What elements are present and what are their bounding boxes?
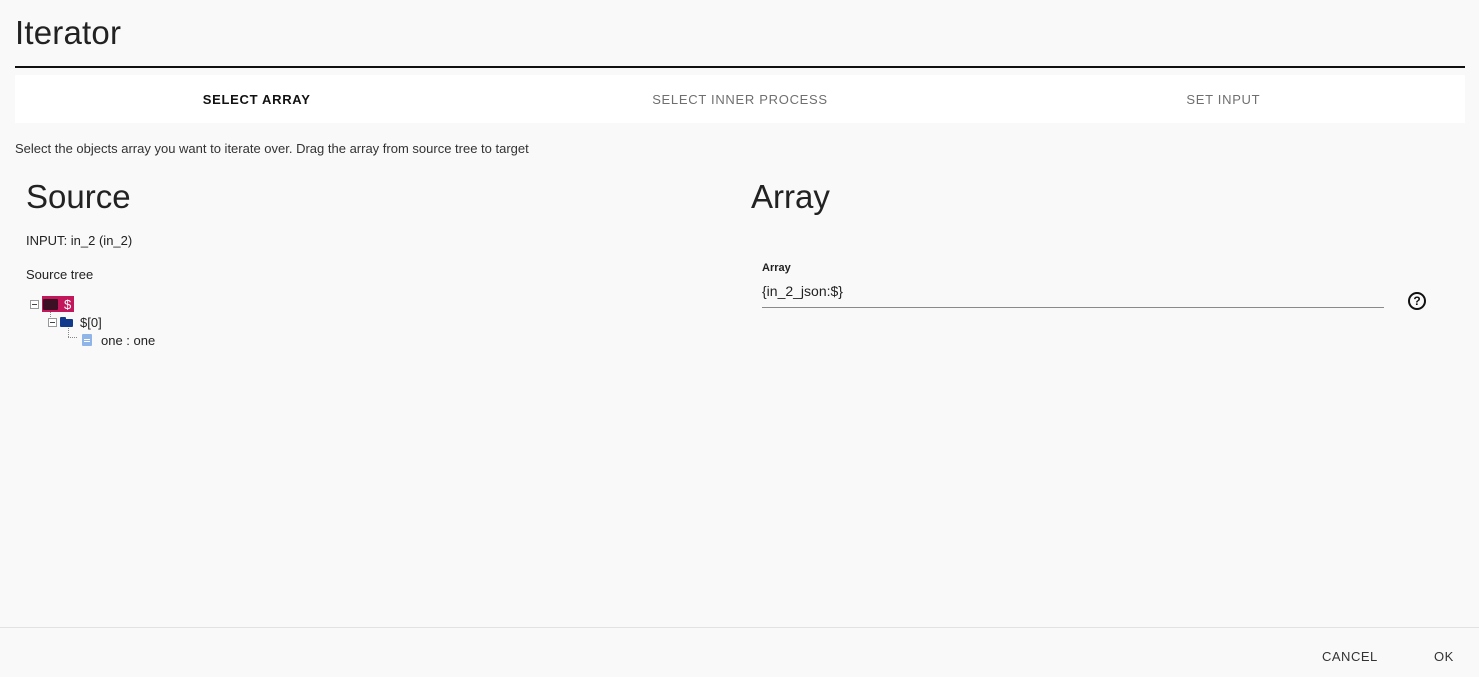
array-panel: Array Array {in_2_json:$} ? xyxy=(751,176,1451,310)
step-select-inner-process[interactable]: SELECT INNER PROCESS xyxy=(498,75,981,123)
collapse-toggle-icon[interactable] xyxy=(30,299,39,309)
title-divider xyxy=(15,66,1465,68)
source-heading: Source xyxy=(26,178,131,215)
iterator-dialog: Iterator SELECT ARRAY SELECT INNER PROCE… xyxy=(0,0,1479,677)
array-field: Array {in_2_json:$} xyxy=(762,262,1384,308)
source-tree-label: Source tree xyxy=(26,267,94,282)
step-set-input[interactable]: SET INPUT xyxy=(982,75,1465,123)
tree-leaf-label: one : one xyxy=(101,332,156,348)
tree-node-root: $ xyxy=(30,295,75,313)
array-field-label: Array xyxy=(762,262,791,274)
array-field-underline xyxy=(762,307,1384,308)
instructions-text: Select the objects array you want to ite… xyxy=(15,141,529,156)
tree-node-child[interactable]: $[0] xyxy=(48,313,102,331)
file-icon xyxy=(82,334,92,346)
cancel-button[interactable]: CANCEL xyxy=(1322,649,1378,664)
dialog-title: Iterator xyxy=(15,14,122,51)
folder-icon xyxy=(43,298,58,310)
array-field-input[interactable]: {in_2_json:$} xyxy=(762,283,1384,305)
stepper: SELECT ARRAY SELECT INNER PROCESS SET IN… xyxy=(15,75,1465,123)
source-panel: Source INPUT: in_2 (in_2) Source tree $ … xyxy=(26,176,706,355)
tree-connector xyxy=(68,337,77,338)
tree-root-selected[interactable]: $ xyxy=(42,296,75,312)
folder-icon xyxy=(60,317,73,327)
collapse-toggle-icon[interactable] xyxy=(48,317,57,327)
tree-root-label: $ xyxy=(64,296,72,312)
ok-button[interactable]: OK xyxy=(1434,649,1454,664)
tree-child-label: $[0] xyxy=(80,314,102,330)
step-select-array[interactable]: SELECT ARRAY xyxy=(15,75,498,123)
array-heading: Array xyxy=(751,178,830,215)
input-label: INPUT xyxy=(26,233,64,248)
source-tree: $ $[0] one : one xyxy=(26,295,706,355)
input-value: : in_2 (in_2) xyxy=(63,233,133,248)
input-info: INPUT: in_2 (in_2) xyxy=(26,233,706,248)
footer-divider xyxy=(0,627,1479,628)
help-icon[interactable]: ? xyxy=(1408,292,1426,310)
tree-node-leaf[interactable]: one : one xyxy=(82,331,155,349)
